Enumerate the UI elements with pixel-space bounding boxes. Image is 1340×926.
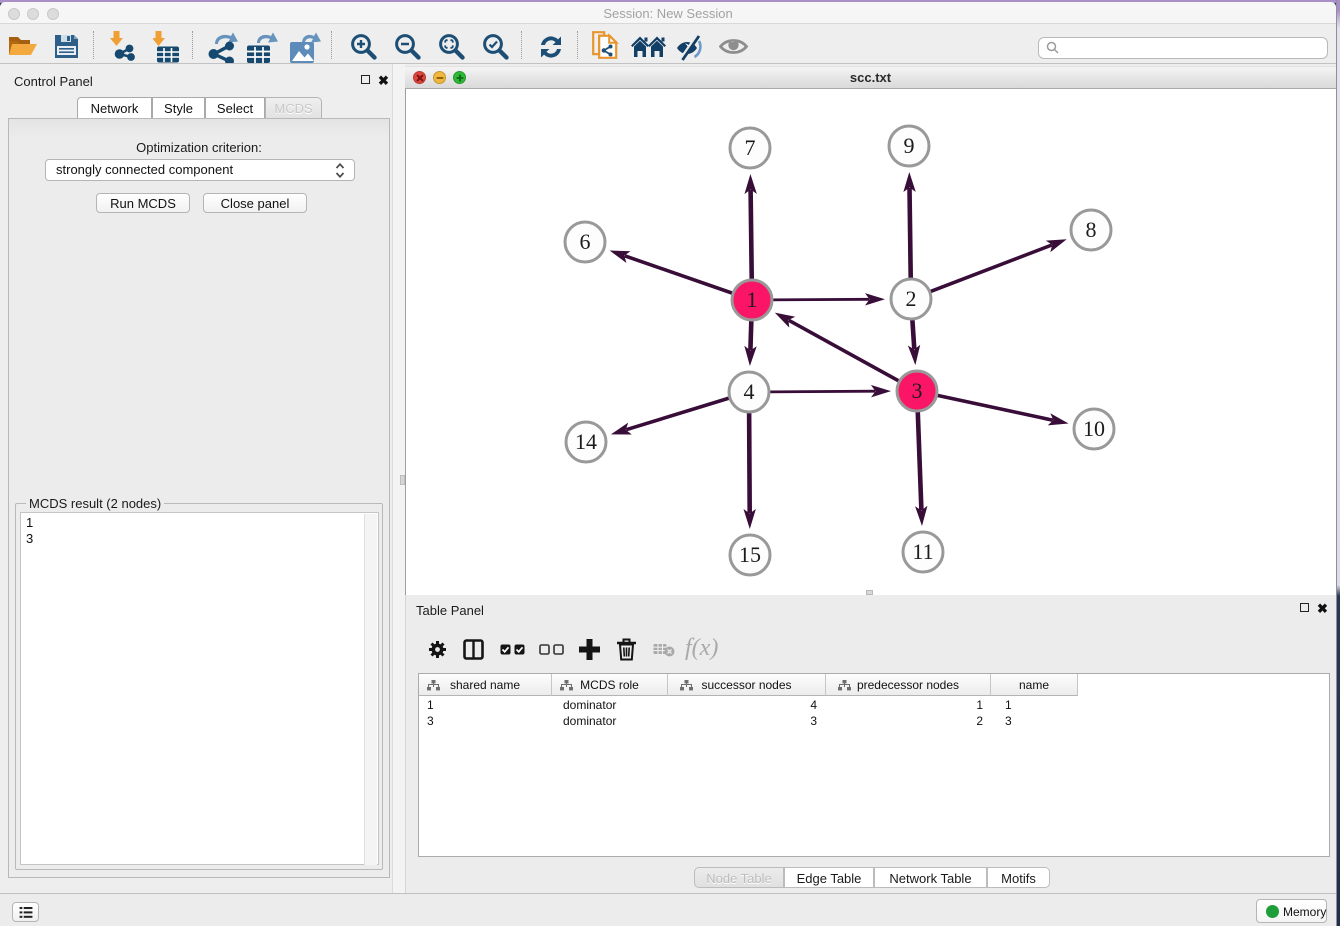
- svg-text:2: 2: [906, 286, 917, 311]
- svg-text:15: 15: [739, 542, 761, 567]
- svg-text:6: 6: [580, 229, 591, 254]
- svg-text:4: 4: [744, 379, 755, 404]
- svg-text:14: 14: [575, 429, 597, 454]
- svg-text:1: 1: [747, 287, 758, 312]
- svg-text:10: 10: [1083, 416, 1105, 441]
- svg-text:3: 3: [912, 378, 923, 403]
- svg-text:8: 8: [1086, 217, 1097, 242]
- svg-text:9: 9: [904, 133, 915, 158]
- svg-text:11: 11: [912, 539, 933, 564]
- svg-text:7: 7: [745, 135, 756, 160]
